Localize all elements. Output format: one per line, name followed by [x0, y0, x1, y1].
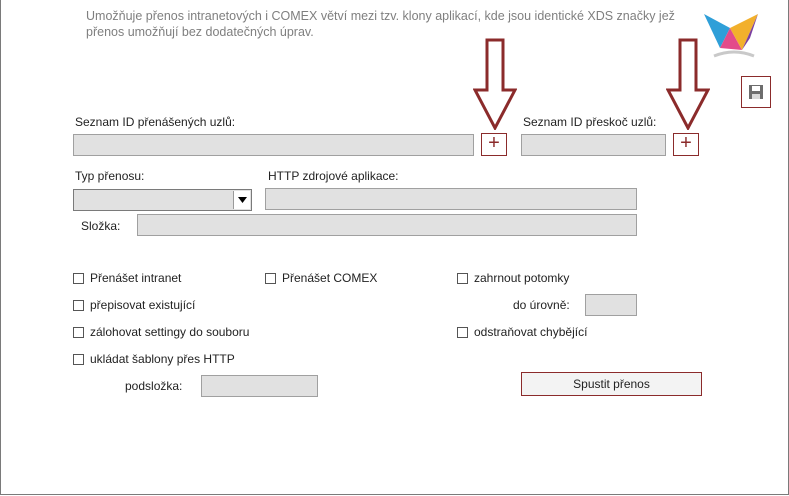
floppy-disk-icon — [749, 85, 763, 99]
subfolder-input[interactable] — [201, 375, 318, 397]
save-button[interactable] — [741, 76, 771, 108]
to-level-input[interactable] — [585, 294, 637, 316]
add-skip-node-button[interactable]: + — [673, 133, 699, 156]
subfolder-label: podsložka: — [125, 379, 183, 393]
transfer-comex-label: Přenášet COMEX — [282, 271, 378, 285]
transfer-intranet-label: Přenášet intranet — [90, 271, 182, 285]
checkbox-box[interactable] — [73, 353, 84, 365]
skip-list-label: Seznam ID přeskoč uzlů: — [523, 115, 657, 129]
checkbox-box[interactable] — [457, 326, 468, 338]
checkbox-box[interactable] — [73, 326, 84, 338]
checkbox-box[interactable] — [265, 272, 276, 284]
overwrite-existing-checkbox[interactable]: přepisovat existující — [73, 298, 195, 312]
folder-input[interactable] — [137, 214, 637, 236]
to-level-label: do úrovně: — [513, 298, 570, 312]
transfer-intranet-checkbox[interactable]: Přenášet intranet — [73, 271, 181, 285]
skip-list-input[interactable] — [521, 134, 666, 156]
save-templates-http-label: ukládat šablony přes HTTP — [90, 352, 235, 366]
folder-label: Složka: — [81, 219, 121, 233]
remove-missing-checkbox[interactable]: odstraňovat chybějící — [457, 325, 587, 339]
nodes-list-label: Seznam ID přenášených uzlů: — [75, 115, 236, 129]
backup-settings-label: zálohovat settingy do souboru — [90, 325, 250, 339]
remove-missing-label: odstraňovat chybějící — [474, 325, 588, 339]
overwrite-existing-label: přepisovat existující — [90, 298, 196, 312]
include-descendants-label: zahrnout potomky — [474, 271, 570, 285]
include-descendants-checkbox[interactable]: zahrnout potomky — [457, 271, 569, 285]
nodes-list-input[interactable] — [73, 134, 474, 156]
backup-settings-checkbox[interactable]: zálohovat settingy do souboru — [73, 325, 249, 339]
transfer-comex-checkbox[interactable]: Přenášet COMEX — [265, 271, 377, 285]
checkbox-box[interactable] — [73, 272, 84, 284]
transfer-type-select[interactable] — [73, 189, 252, 211]
chevron-down-icon — [233, 191, 250, 209]
transfer-type-label: Typ přenosu: — [75, 169, 145, 183]
save-templates-http-checkbox[interactable]: ukládat šablony přes HTTP — [73, 352, 235, 366]
http-source-label: HTTP zdrojové aplikace: — [268, 169, 399, 183]
description-text: Umožňuje přenos intranetových i COMEX vě… — [86, 9, 675, 39]
down-arrow-annotation-icon — [472, 38, 518, 133]
run-transfer-button[interactable]: Spustit přenos — [521, 372, 702, 396]
add-node-button[interactable]: + — [481, 133, 507, 156]
http-source-input[interactable] — [265, 188, 637, 210]
checkbox-box[interactable] — [73, 299, 84, 311]
down-arrow-annotation-icon — [665, 38, 711, 133]
checkbox-box[interactable] — [457, 272, 468, 284]
